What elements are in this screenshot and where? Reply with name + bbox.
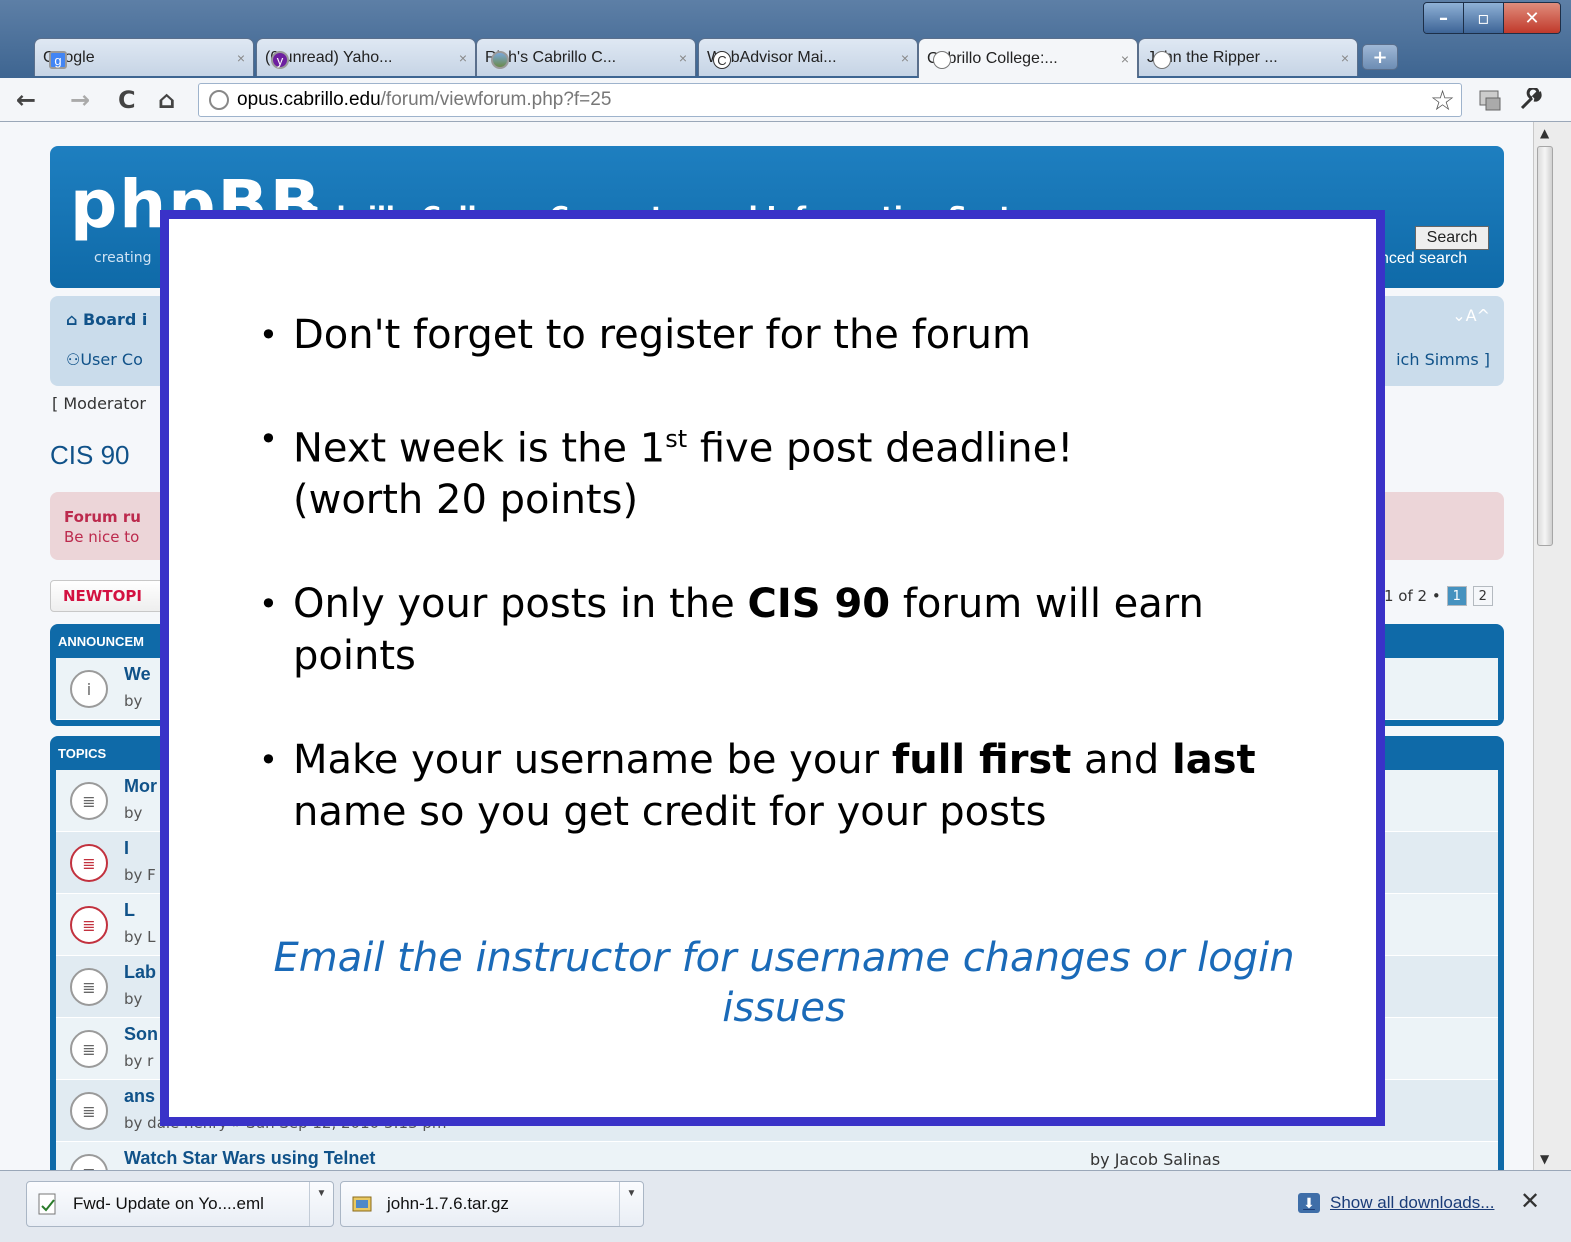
slide-note: Email the instructor for username change… [273,935,1295,1031]
back-icon[interactable]: ← [16,86,36,114]
moderator-line: [ Moderator [52,394,146,413]
slide-bullet-list: Don't forget to register for the forum N… [257,309,1297,890]
topic-author: by r [124,1052,154,1070]
hot-topic-icon: ≣ [70,844,108,882]
logo-tagline: creating [94,250,152,266]
download-bar: Fwd- Update on Yo....eml ▼ john-1.7.6.ta… [0,1170,1571,1242]
photo-icon [491,51,509,69]
chevron-down-icon[interactable]: ▼ [309,1182,333,1226]
rules-text: Be nice to [64,528,140,546]
archive-file-icon [352,1196,372,1212]
window-controls: – ▫ ✕ [1423,2,1561,34]
new-topic-button[interactable]: NEWTOPI [50,580,172,612]
rules-heading: Forum ru [64,508,141,526]
close-icon[interactable]: ✕ [1520,1187,1540,1215]
tab-close-icon[interactable]: × [901,50,909,66]
slide-bullet: Don't forget to register for the forum [257,309,1297,361]
hot-topic-icon: ≣ [70,906,108,944]
page-1-link[interactable]: 1 [1446,586,1467,606]
tab-webadvisor[interactable]: C WebAdvisor Mai... × [698,38,918,76]
email-file-icon [38,1193,56,1215]
search-button[interactable]: Search [1415,226,1489,250]
topic-author: by [124,804,143,822]
sticky-topic-icon: ≣ [70,782,108,820]
globe-icon [209,90,229,110]
new-tab-button[interactable]: + [1362,44,1398,70]
maximize-button[interactable]: ▫ [1464,3,1504,33]
show-all-downloads-link[interactable]: ⬇ Show all downloads... [1298,1193,1494,1213]
sticky-topic-icon: ≣ [70,968,108,1006]
topic-icon: ≣ [70,1030,108,1068]
browser-toolbar: ← → C ⌂ opus.cabrillo.edu /forum/viewfor… [0,78,1571,122]
tab-close-icon[interactable]: × [237,50,245,66]
tab-close-icon[interactable]: × [459,50,467,66]
tab-close-icon[interactable]: × [1121,51,1129,67]
google-icon: g [49,51,67,69]
cabrillo-icon: C [713,51,731,69]
topic-author: by [124,692,143,710]
download-icon: ⬇ [1298,1193,1320,1213]
announcement-icon: i [70,670,108,708]
page-2-link[interactable]: 2 [1472,586,1493,606]
table-row[interactable]: ≣ Watch Star Wars using Telnet 2 25 by J… [56,1142,1498,1170]
wrench-icon[interactable] [1518,88,1544,112]
tab-close-icon[interactable]: × [1341,50,1349,66]
user-control-panel-link[interactable]: ⚇User Co [66,350,143,369]
advanced-search-link[interactable]: nced search [1380,250,1467,268]
topic-author: by [124,990,143,1008]
topic-author: by F [124,866,156,884]
scroll-up-icon[interactable]: ▲ [1540,126,1549,140]
page-scrollbar[interactable]: ▲ ▼ [1533,122,1571,1170]
topic-title[interactable]: Watch Star Wars using Telnet [124,1148,375,1169]
tab-cabrillo-college[interactable]: Cabrillo College:... × [918,38,1138,78]
address-bar[interactable]: opus.cabrillo.edu /forum/viewforum.php?f… [198,83,1462,117]
tab-yahoo[interactable]: y (0 unread) Yaho... × [256,38,476,76]
download-filename: Fwd- Update on Yo....eml [73,1194,264,1213]
topic-title[interactable]: ans [124,1086,155,1107]
tab-richs-cabrillo[interactable]: Rich's Cabrillo C... × [476,38,696,76]
tab-john-the-ripper[interactable]: John the Ripper ... × [1138,38,1358,76]
topic-title[interactable]: Son [124,1024,158,1045]
topic-title[interactable]: Lab [124,962,156,983]
slide-overlay: Don't forget to register for the forum N… [160,210,1385,1126]
url-host: opus.cabrillo.edu [237,89,381,110]
page-menu-icon[interactable] [1478,88,1504,112]
slide-bullet: Only your posts in the CIS 90 forum will… [257,578,1297,682]
topic-icon: ≣ [70,1092,108,1130]
url-path: /forum/viewforum.php?f=25 [380,89,612,110]
home-icon[interactable]: ⌂ [158,86,175,114]
slide-bullet: Make your username be your full first an… [257,734,1297,838]
tab-close-icon[interactable]: × [679,50,687,66]
yahoo-icon: y [271,51,289,69]
page-icon [933,51,951,69]
close-window-button[interactable]: ✕ [1504,3,1560,33]
topic-title[interactable]: I [124,838,129,859]
forward-icon[interactable]: → [70,86,90,114]
pagination-text: 1 of 2 • [1384,587,1441,605]
pagination: 1 of 2 • 1 2 [1384,586,1493,606]
slide-bullet: Next week is the 1st five post deadline!… [257,413,1297,526]
board-index-link[interactable]: ⌂ Board i [66,310,147,329]
tab-google[interactable]: g Google × [34,38,254,76]
topic-author: by L [124,928,156,946]
reload-icon[interactable]: C [118,86,136,114]
minimize-button[interactable]: – [1424,3,1464,33]
topic-title[interactable]: We [124,664,151,685]
topic-title[interactable]: Mor [124,776,157,797]
topic-title[interactable]: L [124,900,135,921]
download-item-eml[interactable]: Fwd- Update on Yo....eml ▼ [26,1181,334,1227]
download-item-tarball[interactable]: john-1.7.6.tar.gz ▼ [340,1181,644,1227]
font-size-control[interactable]: ⌄A^ [1452,306,1490,325]
scrollbar-thumb[interactable] [1537,146,1553,546]
page-icon [1153,51,1171,69]
chevron-down-icon[interactable]: ▼ [619,1182,643,1226]
download-filename: john-1.7.6.tar.gz [387,1194,509,1213]
topic-icon: ≣ [70,1154,108,1170]
logout-link[interactable]: ich Simms ] [1396,350,1490,369]
forum-title[interactable]: CIS 90 [50,440,130,471]
last-post-author[interactable]: by Jacob Salinas [1090,1150,1220,1169]
bookmark-star-icon[interactable]: ☆ [1430,84,1455,117]
scroll-down-icon[interactable]: ▼ [1540,1152,1549,1166]
